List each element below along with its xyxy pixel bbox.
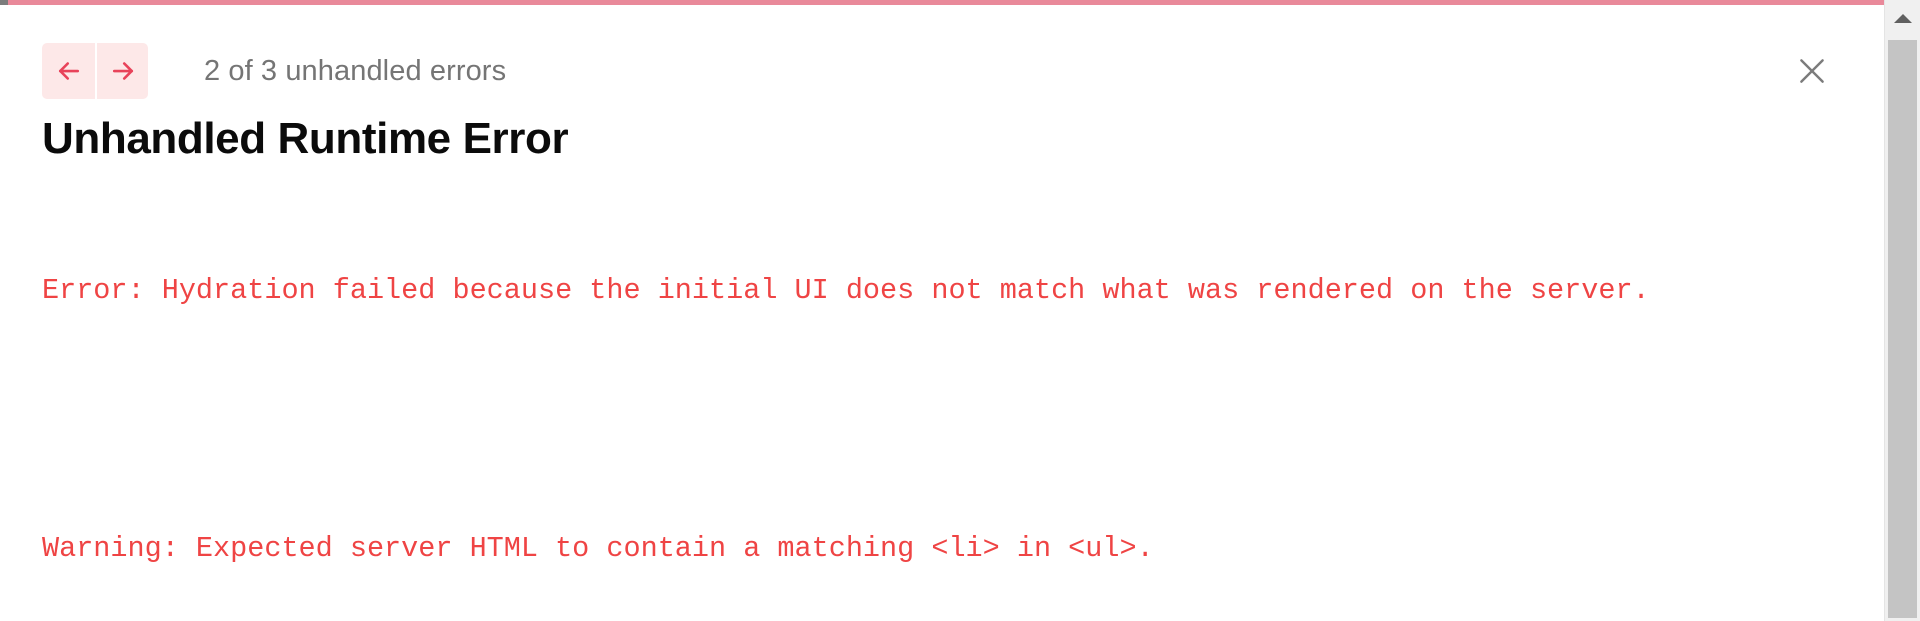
close-icon	[1795, 54, 1829, 88]
vertical-scrollbar[interactable]	[1884, 0, 1920, 621]
scrollbar-thumb[interactable]	[1888, 40, 1917, 618]
scroll-up-button[interactable]	[1885, 0, 1920, 36]
close-overlay-button[interactable]	[1790, 49, 1834, 93]
error-count-label: 2 of 3 unhandled errors	[204, 54, 507, 87]
message-gap	[42, 398, 1852, 441]
error-message-body: Error: Hydration failed because the init…	[42, 183, 1852, 621]
error-message-block: Error: Hydration failed because the init…	[42, 274, 1650, 307]
arrow-left-icon	[54, 56, 84, 86]
nextjs-error-overlay: 2 of 3 unhandled errors Unhandled Runtim…	[0, 0, 1920, 621]
warning-message-block: Warning: Expected server HTML to contain…	[42, 532, 1154, 565]
overlay-content: 2 of 3 unhandled errors Unhandled Runtim…	[0, 5, 1884, 621]
arrow-right-icon	[108, 56, 138, 86]
overlay-header: 2 of 3 unhandled errors	[42, 5, 1884, 117]
previous-error-button[interactable]	[42, 43, 95, 99]
error-nav-group	[42, 43, 148, 99]
caret-up-icon	[1893, 13, 1912, 23]
page-title: Unhandled Runtime Error	[42, 114, 569, 163]
next-error-button[interactable]	[95, 43, 148, 99]
